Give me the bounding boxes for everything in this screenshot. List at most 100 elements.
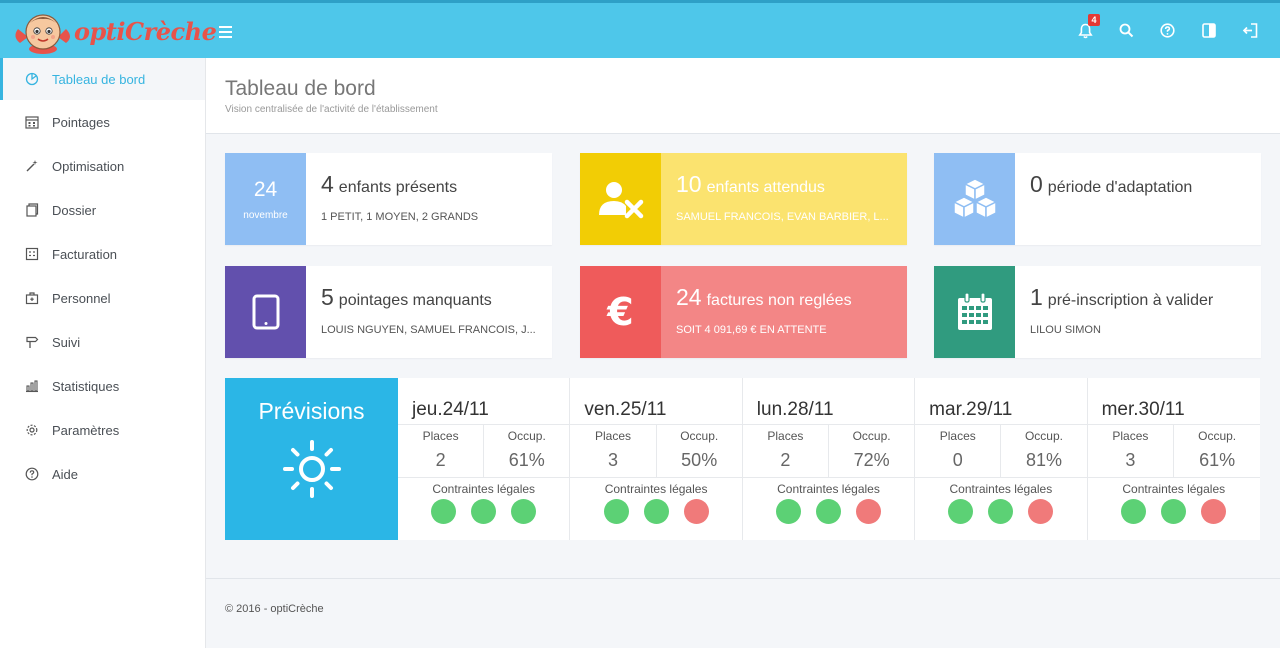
menu-toggle-icon[interactable] <box>219 21 233 39</box>
search-icon <box>1119 23 1134 38</box>
forecast-date: mar.29/11 <box>915 378 1087 425</box>
occup-value: 61% <box>508 450 545 470</box>
tablet-icon <box>252 294 279 330</box>
logout-button[interactable] <box>1229 3 1270 58</box>
bar-chart-icon <box>24 378 40 394</box>
forecast-day: mar.29/11 Places 0 Occup. 81% Contraintes … <box>915 378 1088 540</box>
notifications-button[interactable]: 4 <box>1065 3 1106 58</box>
search-button[interactable] <box>1106 3 1147 58</box>
sidebar-item-aide[interactable]: Aide <box>0 452 205 496</box>
card-label: période d'adaptation <box>1047 179 1193 196</box>
occup-value: 50% <box>681 450 718 470</box>
legal-label: Contraintes légales <box>604 482 708 496</box>
occup-value: 61% <box>1199 450 1236 470</box>
main-content: Tableau de bord Vision centralisée de l'… <box>206 58 1280 648</box>
card-enfants-attendus[interactable]: 10 enfants attendus SAMUEL FRANCOIS, EVAN… <box>580 153 907 245</box>
legal-indicators <box>915 499 1086 524</box>
places-label: Places <box>939 429 976 443</box>
sidebar-item-personnel[interactable]: Personnel <box>0 276 205 320</box>
legal-ok-indicator <box>471 499 497 524</box>
legal-ok-indicator <box>511 499 537 524</box>
card-factures-non-reglees[interactable]: € 24 factures non reglées SOIT 4 091,69 €… <box>580 266 907 358</box>
legal-ok-indicator <box>603 499 629 524</box>
legal-ko-indicator <box>683 499 709 524</box>
places-label: Places <box>594 429 631 443</box>
card-label: factures non reglées <box>706 292 852 309</box>
occup-label: Occup. <box>680 429 719 443</box>
sidebar-item-suivi[interactable]: Suivi <box>0 320 205 364</box>
forecast-date: mer.30/11 <box>1087 378 1260 425</box>
sidebar-item-parametres[interactable]: Paramètres <box>0 408 205 452</box>
forecast-day: mer.30/11 Places 3 Occup. 61% Contraintes … <box>1087 378 1260 540</box>
card-pre-inscription[interactable]: 1 pré-inscription à valider LILOU SIMON <box>934 266 1261 358</box>
card-label: pré-inscription à valider <box>1047 292 1214 309</box>
help-button[interactable] <box>1147 3 1188 58</box>
forecast-panel: Prévisions jeu.24/11 Places 2 Occup. 61% C… <box>225 378 1260 540</box>
card-count: 4 <box>321 171 334 197</box>
briefcase-icon <box>24 290 40 306</box>
card-count: 5 <box>321 284 334 310</box>
forecast-date: jeu.24/11 <box>398 378 570 425</box>
columns-icon <box>1201 23 1216 38</box>
forecast-date: ven.25/11 <box>570 378 742 425</box>
footer: © 2016 - optiCrèche <box>206 578 1280 648</box>
app-logo[interactable]: optiCrèche <box>12 9 217 57</box>
occup-label: Occup. <box>507 429 546 443</box>
occup-value: 72% <box>853 450 890 470</box>
occup-label: Occup. <box>852 429 891 443</box>
sidebar-item-facturation[interactable]: Facturation <box>0 232 205 276</box>
sidebar-item-dossier[interactable]: Dossier <box>0 188 205 232</box>
gear-icon <box>24 422 40 438</box>
forecast-day: ven.25/11 Places 3 Occup. 50% Contraintes … <box>570 378 743 540</box>
places-label: Places <box>422 429 459 443</box>
legal-ko-indicator <box>855 499 881 524</box>
legal-ko-indicator <box>1201 499 1227 524</box>
legal-ok-indicator <box>775 499 801 524</box>
panel-toggle-button[interactable] <box>1188 3 1229 58</box>
places-value: 0 <box>952 450 963 470</box>
card-periode-adaptation[interactable]: 0 période d'adaptation <box>934 153 1261 245</box>
places-label: Places <box>767 429 804 443</box>
legal-ok-indicator <box>988 499 1014 524</box>
signpost-icon <box>24 334 40 350</box>
legal-ok-indicator <box>815 499 841 524</box>
forecast-day: jeu.24/11 Places 2 Occup. 61% Contraintes … <box>398 378 571 540</box>
card-pointages-manquants[interactable]: 5 pointages manquants LOUIS NGUYEN, SAMUE… <box>225 266 552 358</box>
card-count: 10 <box>676 171 702 197</box>
card-detail: SOIT 4 091,69 € EN ATTENTE <box>676 324 827 336</box>
card-detail: SAMUEL FRANCOIS, EVAN BARBIER, L... <box>676 211 889 223</box>
forecast-day: lun.28/11 Places 2 Occup. 72% Contraintes … <box>742 378 916 540</box>
page-title: Tableau de bord <box>225 77 376 100</box>
places-label: Places <box>1112 429 1149 443</box>
sidebar-item-pointages[interactable]: Pointages <box>0 100 205 144</box>
baby-logo-icon <box>15 14 70 54</box>
legal-label: Contraintes légales <box>777 482 880 496</box>
card-label: enfants présents <box>338 179 458 196</box>
sidebar-item-statistiques[interactable]: Statistiques <box>0 364 205 408</box>
legal-label: Contraintes légales <box>1122 482 1226 496</box>
card-label: enfants attendus <box>706 179 825 196</box>
occup-label: Occup. <box>1198 429 1237 443</box>
sidebar-item-label: Statistiques <box>52 378 120 394</box>
help-icon <box>1160 23 1175 38</box>
sidebar-item-optimisation[interactable]: Optimisation <box>0 144 205 188</box>
sidebar-item-label: Facturation <box>52 246 118 262</box>
header-actions: 4 <box>1065 3 1270 58</box>
legal-ok-indicator <box>1161 499 1187 524</box>
card-enfants-presents[interactable]: 24 novembre 4 enfants présents 1 PETIT, 1… <box>225 153 552 245</box>
date-block: 24 novembre <box>225 153 306 245</box>
card-count: 24 <box>676 284 702 310</box>
card-detail: 1 PETIT, 1 MOYEN, 2 GRANDS <box>321 211 479 223</box>
legal-ok-indicator <box>643 499 669 524</box>
sidebar-item-label: Paramètres <box>52 422 120 438</box>
sidebar-item-label: Aide <box>52 466 79 482</box>
help-circle-icon <box>24 466 40 482</box>
places-value: 3 <box>1125 450 1136 470</box>
sidebar-item-label: Dossier <box>52 202 97 218</box>
sidebar-item-tableau-de-bord[interactable]: Tableau de bord <box>0 58 205 100</box>
footer-copyright: © 2016 - optiCrèche <box>225 603 324 615</box>
legal-label: Contraintes légales <box>949 482 1053 496</box>
sidebar-item-label: Personnel <box>52 290 111 306</box>
places-value: 2 <box>435 450 446 470</box>
card-count: 1 <box>1030 284 1043 310</box>
